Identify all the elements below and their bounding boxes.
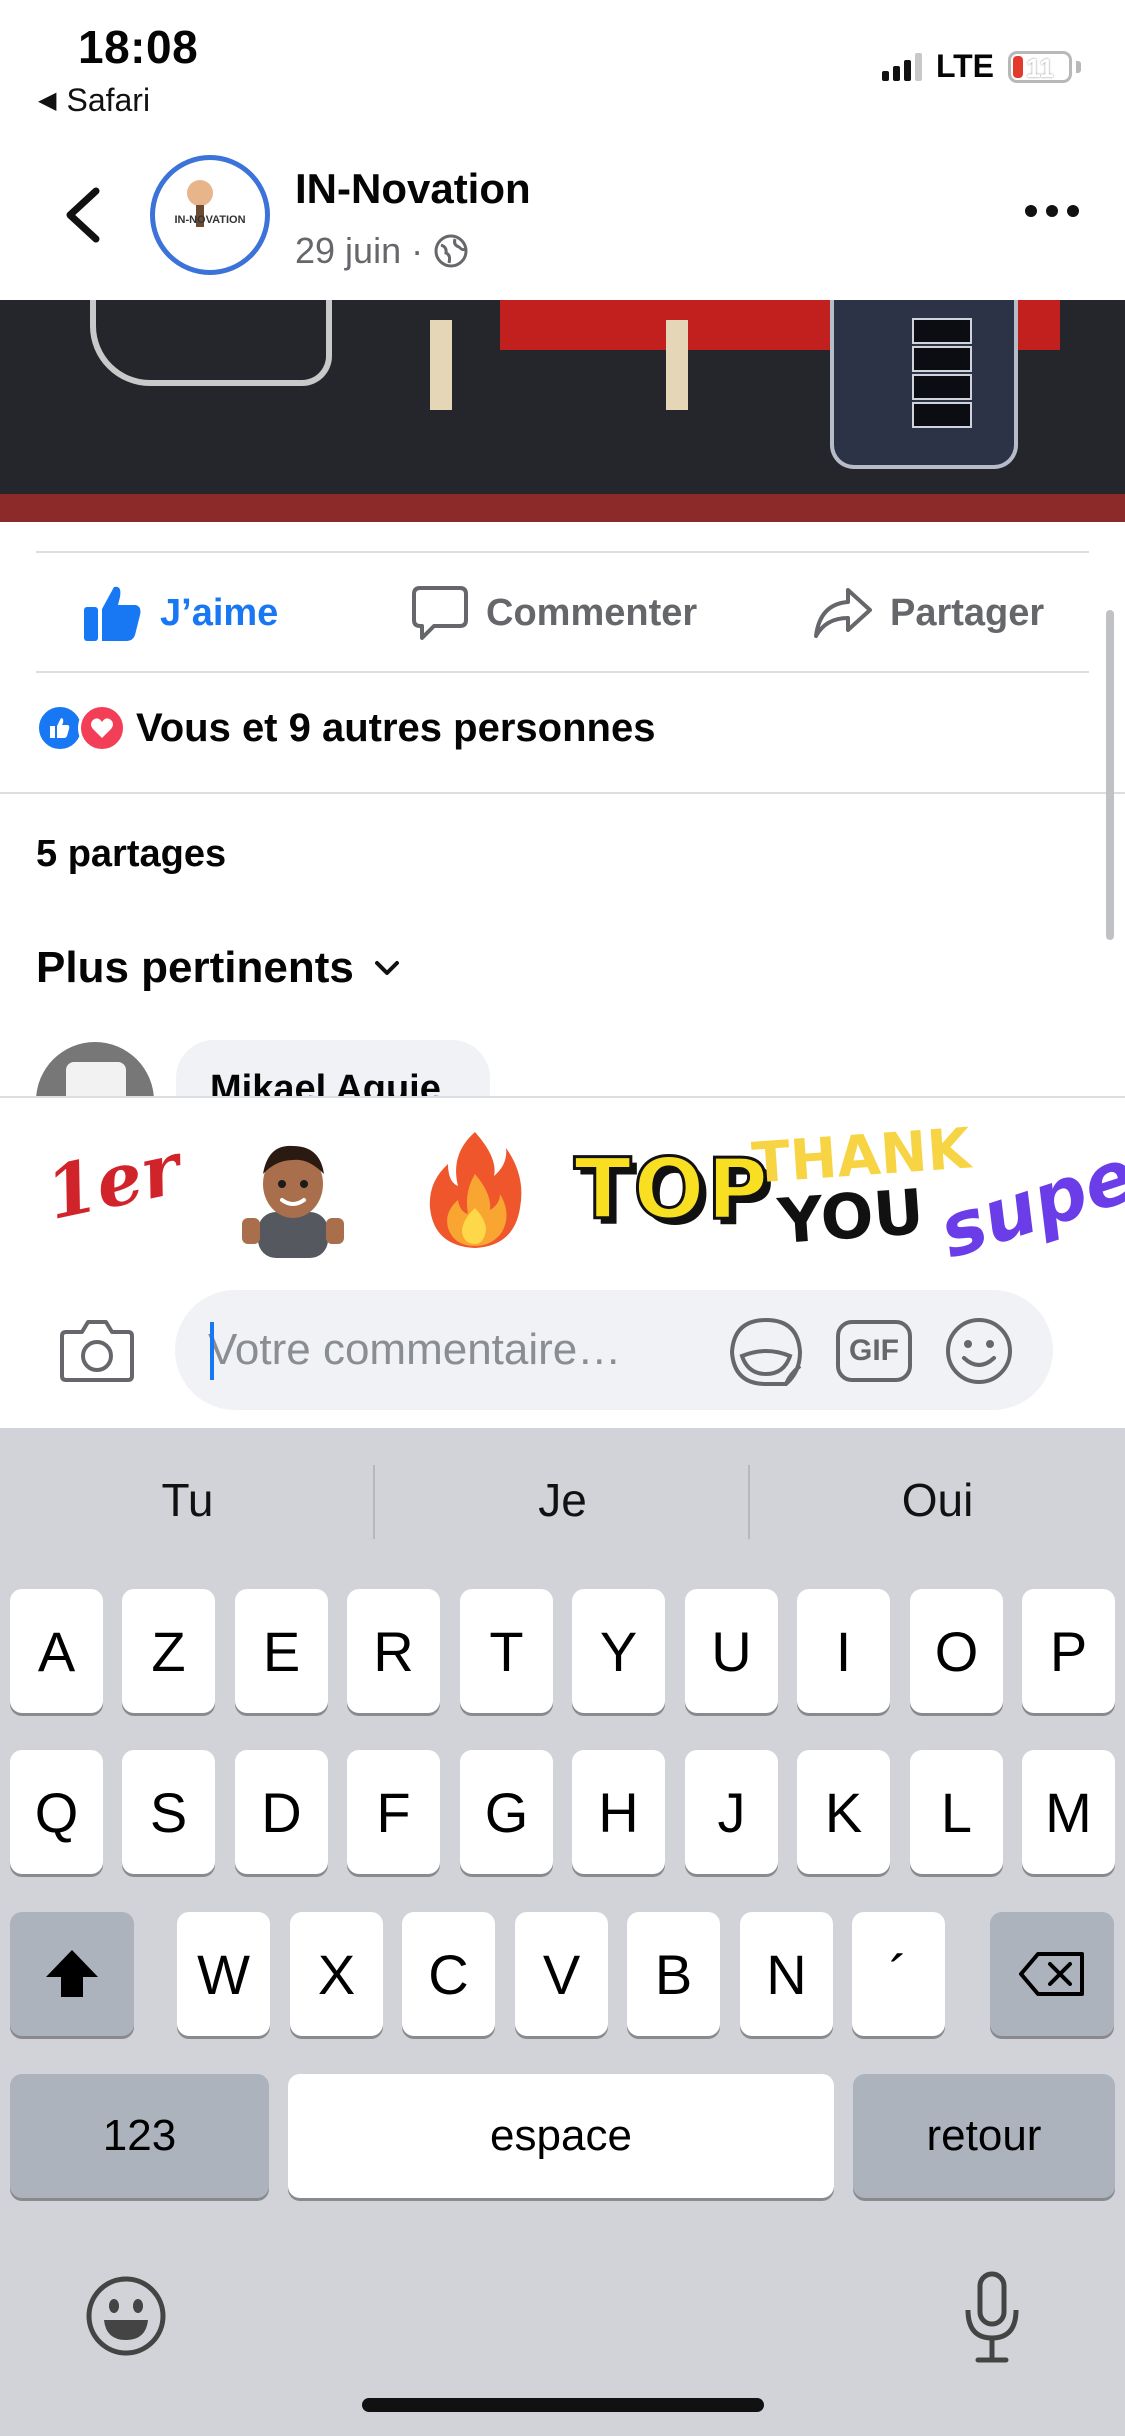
status-indicators: LTE 11 — [881, 48, 1081, 85]
shares-count[interactable]: 5 partages — [36, 833, 226, 876]
thank-you-sticker-line2[interactable]: YOU — [776, 1175, 926, 1258]
sort-label: Plus pertinents — [36, 943, 354, 992]
suggestion-3[interactable]: Oui — [750, 1460, 1125, 1540]
key-u[interactable]: U — [685, 1589, 778, 1713]
battery-level: 11 — [1026, 52, 1054, 83]
key-g[interactable]: G — [460, 1750, 553, 1874]
commenter-avatar[interactable] — [36, 1042, 154, 1096]
key-e[interactable]: E — [235, 1589, 328, 1713]
key-i[interactable]: I — [797, 1589, 890, 1713]
key-a[interactable]: A — [10, 1589, 103, 1713]
like-label: J’aime — [160, 591, 279, 634]
post-meta: 29 juin · — [295, 230, 469, 272]
innovation-logo: IN-NOVATION — [174, 180, 246, 227]
cellular-signal-icon — [881, 52, 922, 81]
keyboard-emoji-icon[interactable] — [84, 2274, 168, 2358]
memoji-thumbs-up-sticker[interactable] — [238, 1138, 348, 1258]
key-b[interactable]: B — [627, 1912, 720, 2036]
key-y[interactable]: Y — [572, 1589, 665, 1713]
gif-button[interactable]: GIF — [836, 1320, 912, 1382]
key-h[interactable]: H — [572, 1750, 665, 1874]
text-cursor — [210, 1322, 214, 1380]
love-reaction-icon — [78, 704, 126, 752]
thumbs-up-icon — [84, 586, 141, 641]
comment-label: Commenter — [486, 591, 698, 634]
divider — [36, 551, 1089, 553]
key-z[interactable]: Z — [122, 1589, 215, 1713]
comment-preview: Mikael Aguie — [0, 1030, 1125, 1096]
globe-icon — [434, 234, 468, 268]
return-key[interactable]: retour — [853, 2074, 1115, 2198]
network-type: LTE — [935, 48, 994, 84]
back-app-label: Safari — [66, 82, 151, 118]
chevron-down-icon — [374, 961, 399, 975]
key-k[interactable]: K — [797, 1750, 890, 1874]
key-t[interactable]: T — [460, 1589, 553, 1713]
status-time: 18:08 — [78, 21, 199, 73]
more-dots-icon[interactable] — [1025, 205, 1079, 217]
share-button[interactable]: Partager — [812, 578, 1044, 648]
key-s[interactable]: S — [122, 1750, 215, 1874]
battery-icon: 11 — [1008, 50, 1072, 83]
key-r[interactable]: R — [347, 1589, 440, 1713]
key-f[interactable]: F — [347, 1750, 440, 1874]
back-chevron-icon[interactable] — [58, 185, 108, 245]
reactions-summary[interactable]: Vous et 9 autres personnes — [36, 704, 655, 752]
key-l[interactable]: L — [910, 1750, 1003, 1874]
home-indicator[interactable] — [362, 2398, 764, 2412]
shift-arrow-icon — [46, 1950, 98, 1997]
meta-separator: · — [411, 230, 424, 271]
emoji-icon[interactable] — [944, 1316, 1014, 1386]
key-m[interactable]: M — [1022, 1750, 1115, 1874]
key-c[interactable]: C — [402, 1912, 495, 2036]
comment-bubble-icon — [412, 586, 468, 640]
share-arrow-icon — [814, 588, 872, 638]
suggestion-2[interactable]: Je — [375, 1460, 750, 1540]
comment-sort-dropdown[interactable]: Plus pertinents — [36, 943, 402, 993]
microphone-icon[interactable] — [964, 2270, 1020, 2366]
page-avatar[interactable]: IN-NOVATION — [150, 155, 270, 275]
key-v[interactable]: V — [515, 1912, 608, 2036]
post-date[interactable]: 29 juin — [295, 230, 401, 272]
key-w[interactable]: W — [177, 1912, 270, 2036]
like-button[interactable]: J’aime — [82, 578, 278, 648]
page-name[interactable]: IN-Novation — [295, 165, 531, 213]
delete-key[interactable] — [990, 1912, 1114, 2036]
post-image[interactable] — [0, 300, 1125, 522]
comment-input[interactable] — [208, 1318, 678, 1382]
key-o[interactable]: O — [910, 1589, 1003, 1713]
key-x[interactable]: X — [290, 1912, 383, 2036]
camera-icon[interactable] — [58, 1316, 136, 1384]
space-key[interactable]: espace — [288, 2074, 834, 2198]
avatar-logo-text: IN-NOVATION — [174, 214, 245, 226]
key-q[interactable]: Q — [10, 1750, 103, 1874]
key-j[interactable]: J — [685, 1750, 778, 1874]
suggestion-1[interactable]: Tu — [0, 1460, 375, 1540]
divider — [0, 792, 1125, 794]
like-reaction-icon — [36, 704, 84, 752]
sticker-icon[interactable] — [728, 1316, 804, 1388]
key-p[interactable]: P — [1022, 1589, 1115, 1713]
back-triangle-icon: ◀ — [38, 87, 57, 114]
reactions-text: Vous et 9 autres personnes — [136, 705, 656, 750]
shift-key[interactable] — [10, 1912, 134, 2036]
key-d[interactable]: D — [235, 1750, 328, 1874]
numbers-key[interactable]: 123 — [10, 2074, 269, 2198]
share-label: Partager — [890, 591, 1045, 634]
fire-sticker[interactable] — [420, 1128, 530, 1252]
divider — [36, 671, 1089, 673]
commenter-name[interactable]: Mikael Aguie — [210, 1068, 441, 1096]
backspace-icon — [1019, 1952, 1084, 1996]
scrollbar[interactable] — [1106, 610, 1114, 940]
key-acute[interactable]: ´ — [852, 1912, 945, 2036]
top-sticker[interactable]: TOP — [572, 1139, 770, 1240]
back-to-safari-link[interactable]: ◀ Safari — [38, 82, 150, 119]
key-n[interactable]: N — [740, 1912, 833, 2036]
comment-button[interactable]: Commenter — [410, 578, 697, 648]
